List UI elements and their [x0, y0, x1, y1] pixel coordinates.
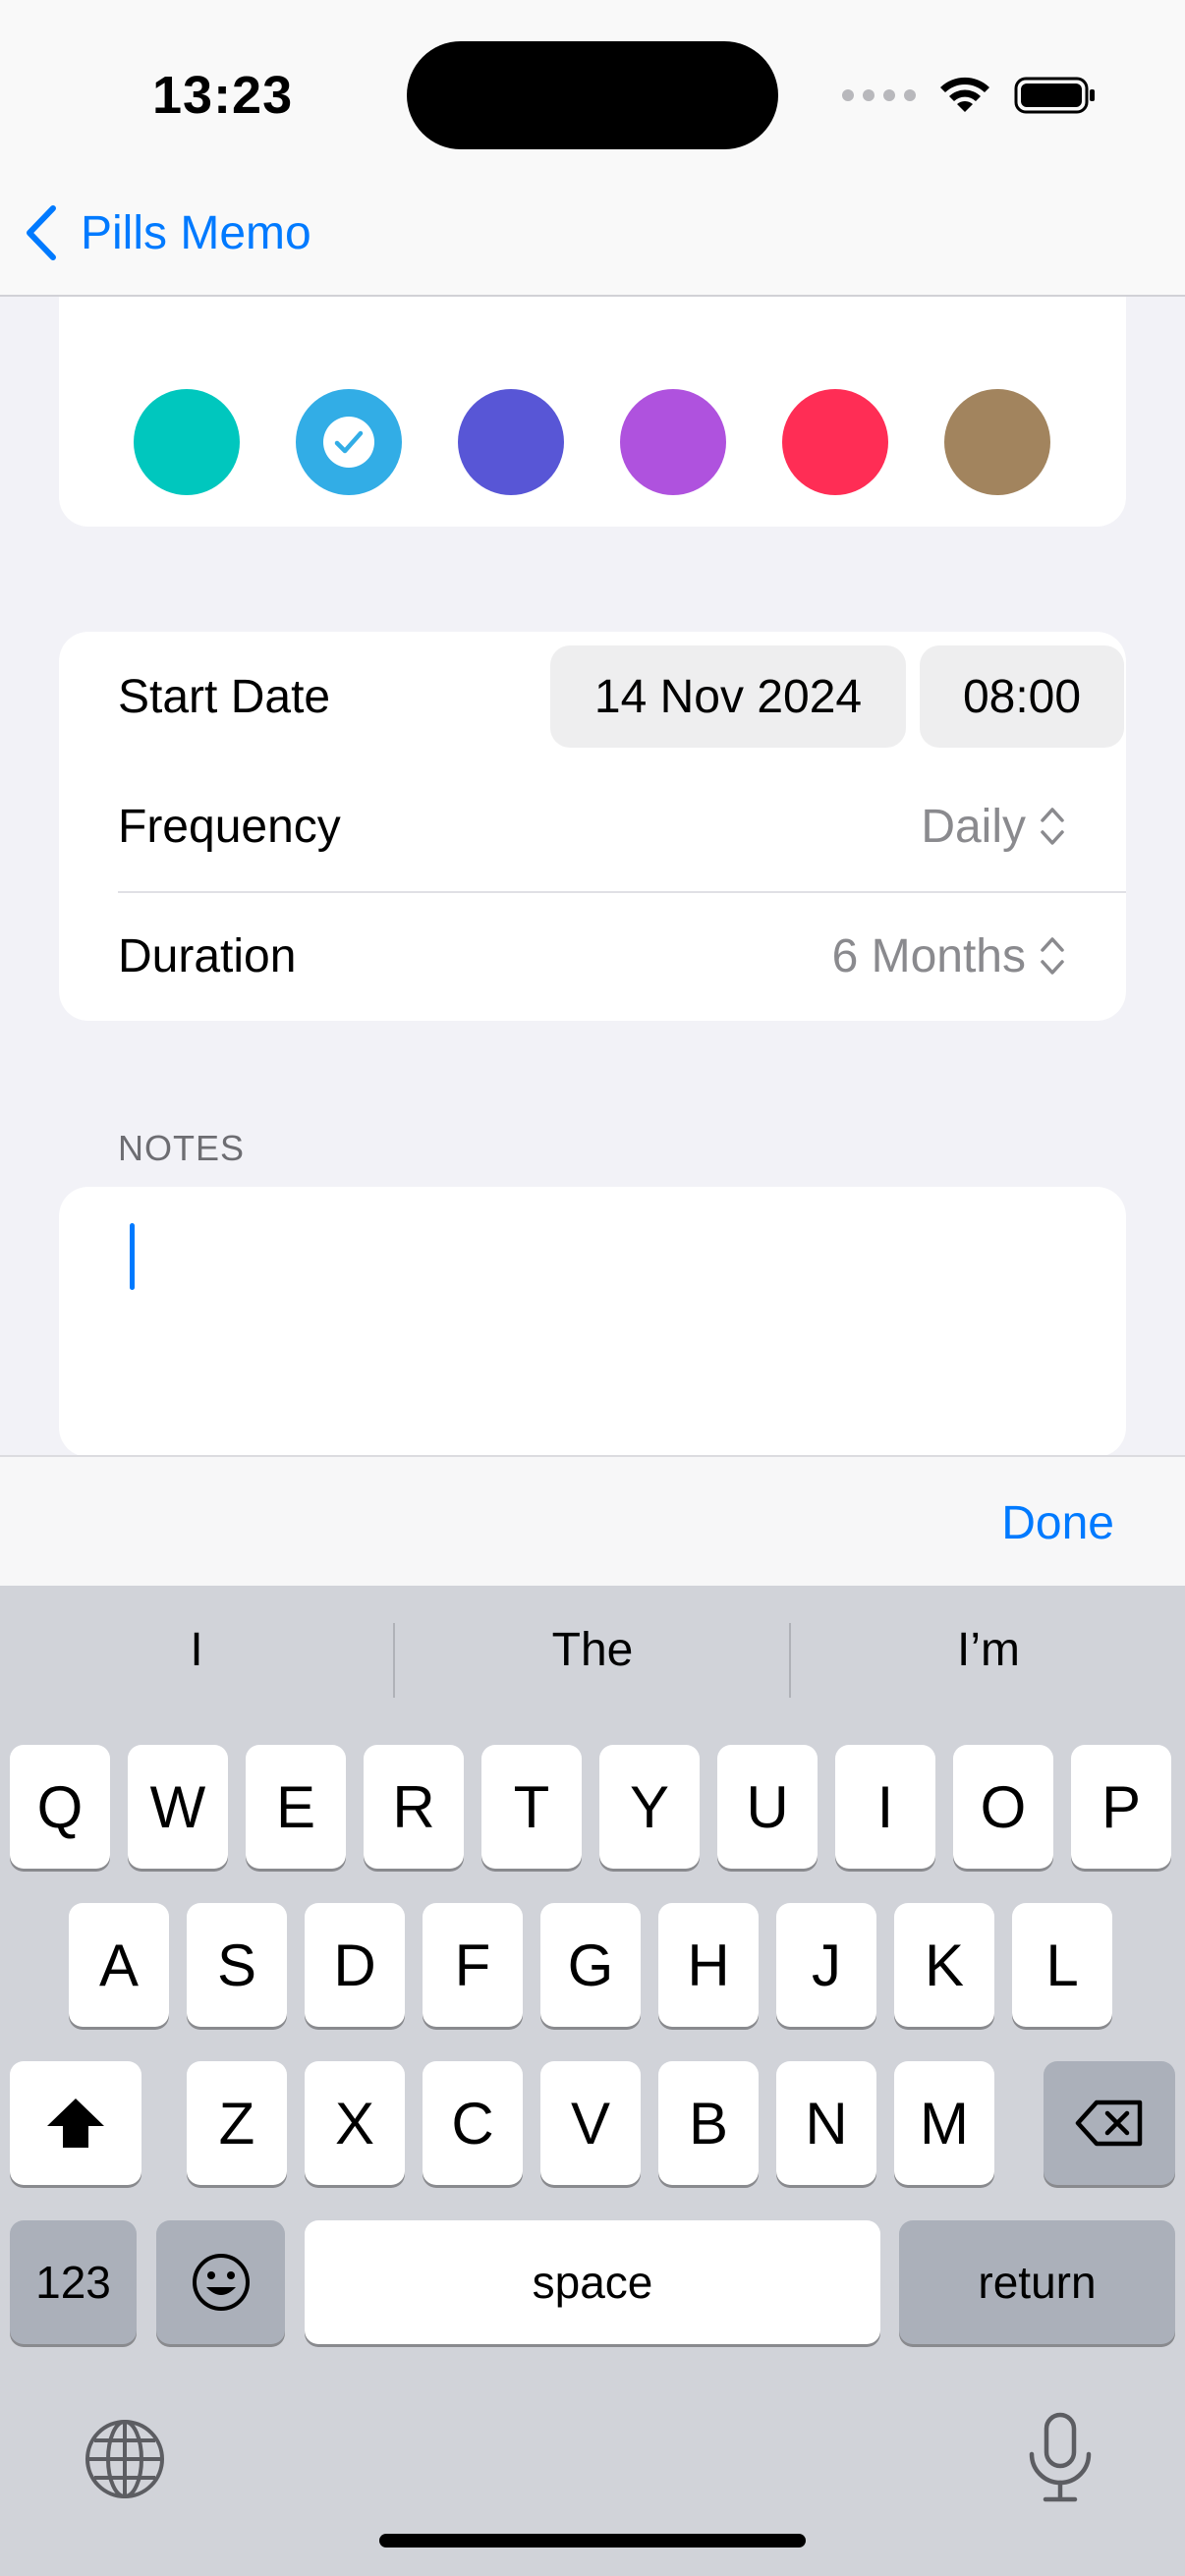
color-swatch-selected[interactable]: [296, 389, 402, 495]
nav-bar: Pills Memo: [0, 177, 1185, 297]
delete-backspace-icon: [1075, 2100, 1143, 2147]
key-r[interactable]: R: [364, 1745, 464, 1869]
space-key[interactable]: space: [305, 2220, 880, 2344]
key-n[interactable]: N: [776, 2061, 876, 2185]
checkmark-icon: [323, 417, 374, 468]
key-q[interactable]: Q: [10, 1745, 110, 1869]
frequency-row[interactable]: Frequency Daily: [118, 761, 1126, 891]
duration-row[interactable]: Duration 6 Months: [118, 891, 1126, 1021]
key-w[interactable]: W: [128, 1745, 228, 1869]
notes-input[interactable]: [118, 1216, 1067, 1428]
key-g[interactable]: G: [540, 1903, 641, 2027]
color-swatch[interactable]: [134, 389, 240, 495]
suggestion-divider: [789, 1623, 791, 1698]
color-swatch[interactable]: [782, 389, 888, 495]
duration-picker[interactable]: 6 Months: [832, 929, 1065, 983]
key-p[interactable]: P: [1071, 1745, 1171, 1869]
shift-key[interactable]: [10, 2061, 141, 2185]
done-button[interactable]: Done: [1001, 1496, 1114, 1550]
suggestion-item[interactable]: I: [0, 1623, 393, 1677]
key-y[interactable]: Y: [599, 1745, 700, 1869]
emoji-key[interactable]: [156, 2220, 285, 2344]
start-time-button[interactable]: 08:00: [920, 645, 1124, 748]
chevron-up-down-icon: [1041, 937, 1064, 975]
frequency-label: Frequency: [118, 800, 341, 853]
key-u[interactable]: U: [717, 1745, 818, 1869]
globe-icon[interactable]: [83, 2417, 167, 2501]
key-t[interactable]: T: [481, 1745, 582, 1869]
status-time: 13:23: [152, 66, 294, 125]
key-m[interactable]: M: [894, 2061, 994, 2185]
key-l[interactable]: L: [1012, 1903, 1112, 2027]
color-swatch[interactable]: [620, 389, 726, 495]
suggestion-item[interactable]: The: [396, 1623, 789, 1677]
return-key[interactable]: return: [899, 2220, 1175, 2344]
key-z[interactable]: Z: [187, 2061, 287, 2185]
key-d[interactable]: D: [305, 1903, 405, 2027]
duration-value: 6 Months: [831, 929, 1026, 982]
key-v[interactable]: V: [540, 2061, 641, 2185]
home-indicator: [379, 2534, 806, 2548]
numbers-key[interactable]: 123: [10, 2220, 137, 2344]
start-date-row: Start Date 14 Nov 2024 08:00: [118, 632, 1126, 761]
dynamic-island: [407, 41, 778, 149]
suggestion-bar: I The I’m: [0, 1586, 1185, 1733]
color-swatch[interactable]: [944, 389, 1050, 495]
key-x[interactable]: X: [305, 2061, 405, 2185]
screen: 13:23 Pills Memo Start Date 14 Nov 2024 …: [0, 0, 1185, 2576]
microphone-icon[interactable]: [1022, 2411, 1099, 2505]
duration-label: Duration: [118, 929, 297, 982]
battery-icon: [1014, 77, 1095, 114]
suggestion-divider: [393, 1623, 395, 1698]
key-j[interactable]: J: [776, 1903, 876, 2027]
key-o[interactable]: O: [953, 1745, 1053, 1869]
key-h[interactable]: H: [658, 1903, 759, 2027]
key-a[interactable]: A: [69, 1903, 169, 2027]
frequency-value: Daily: [921, 800, 1026, 853]
schedule-card: Start Date 14 Nov 2024 08:00 Frequency D…: [59, 632, 1126, 1021]
shift-arrow-icon: [47, 2099, 104, 2148]
status-bar: 13:23: [0, 0, 1185, 196]
color-swatch[interactable]: [458, 389, 564, 495]
cellular-signal-icon: [842, 89, 916, 101]
key-e[interactable]: E: [246, 1745, 346, 1869]
emoji-smiley-icon: [192, 2254, 250, 2311]
frequency-picker[interactable]: Daily: [921, 800, 1065, 854]
wifi-icon: [940, 77, 989, 112]
keyboard-accessory-bar: Done: [0, 1455, 1185, 1586]
status-icons: [842, 71, 1097, 120]
back-label: Pills Memo: [81, 206, 311, 259]
key-c[interactable]: C: [423, 2061, 523, 2185]
delete-key[interactable]: [1044, 2061, 1175, 2185]
start-date-label: Start Date: [118, 670, 331, 723]
back-button[interactable]: Pills Memo: [24, 198, 311, 267]
notes-card: [59, 1187, 1126, 1457]
key-k[interactable]: K: [894, 1903, 994, 2027]
suggestion-item[interactable]: I’m: [792, 1623, 1185, 1677]
chevron-left-icon: [27, 205, 56, 260]
key-i[interactable]: I: [835, 1745, 935, 1869]
start-date-button[interactable]: 14 Nov 2024: [550, 645, 906, 748]
keyboard: I The I’m QWERTYUIOP ASDFGHJKL ZXCVBNM 1…: [0, 1586, 1185, 2576]
key-s[interactable]: S: [187, 1903, 287, 2027]
notes-section-header: NOTES: [118, 1128, 246, 1168]
key-f[interactable]: F: [423, 1903, 523, 2027]
chevron-up-down-icon: [1041, 808, 1064, 845]
key-b[interactable]: B: [658, 2061, 759, 2185]
